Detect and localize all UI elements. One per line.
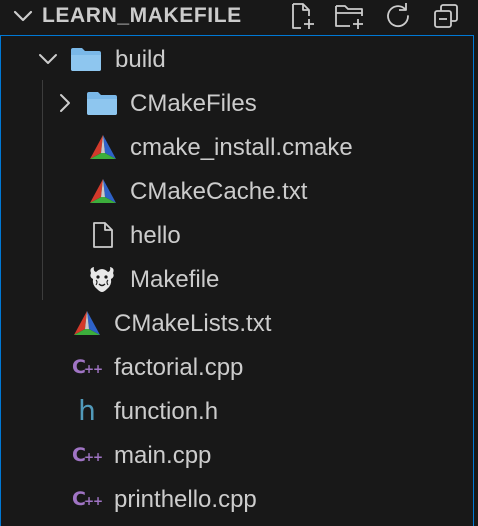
tree-item-main-cpp[interactable]: C++ main.cpp [0, 433, 474, 477]
new-file-icon[interactable] [287, 1, 317, 31]
tree-item-label: CMakeFiles [130, 90, 257, 117]
tree-item-label: function.h [114, 398, 219, 425]
folder-icon [70, 45, 101, 73]
gnu-icon [87, 265, 117, 293]
cmake-icon [88, 133, 118, 161]
cmake-icon [88, 177, 118, 205]
chevron-down-icon[interactable] [37, 48, 59, 70]
tree-item-cmake-install[interactable]: cmake_install.cmake [0, 125, 474, 169]
tree-item-label: hello [130, 222, 181, 249]
tree-item-printhello-cpp[interactable]: C++ printhello.cpp [0, 477, 474, 521]
tree-item-cmakecache[interactable]: CMakeCache.txt [0, 169, 474, 213]
new-folder-icon[interactable] [334, 1, 364, 31]
cpp-icon: C++ [72, 356, 103, 378]
tree-item-label: main.cpp [114, 442, 212, 469]
tree-item-label: cmake_install.cmake [130, 134, 353, 161]
tree-item-label: build [115, 46, 166, 73]
h-icon: h [78, 394, 96, 427]
tree-item-factorial-cpp[interactable]: C++ factorial.cpp [0, 345, 474, 389]
tree-item-function-h[interactable]: h function.h [0, 389, 474, 433]
tree-item-cmakelists[interactable]: CMakeLists.txt [0, 301, 474, 345]
tree-item-build[interactable]: build [0, 37, 474, 81]
explorer-header[interactable]: LEARN_MAKEFILE [0, 0, 478, 34]
file-icon [88, 221, 118, 249]
cmake-icon [72, 309, 102, 337]
chevron-down-icon[interactable] [12, 5, 34, 27]
chevron-right-icon[interactable] [54, 92, 76, 114]
tree-item-label: factorial.cpp [114, 354, 244, 381]
tree-item-label: printhello.cpp [114, 486, 257, 513]
tree-item-cmakefiles[interactable]: CMakeFiles [0, 81, 474, 125]
explorer-title: LEARN_MAKEFILE [42, 4, 242, 27]
explorer-panel: LEARN_MAKEFILE build CMakeFiles cmake_in… [0, 0, 478, 526]
cpp-icon: C++ [72, 444, 103, 466]
cpp-icon: C++ [72, 488, 103, 510]
folder-icon [86, 89, 117, 117]
tree-item-hello[interactable]: hello [0, 213, 474, 257]
tree-item-label: CMakeLists.txt [114, 310, 272, 337]
collapse-all-icon[interactable] [431, 1, 461, 31]
tree-item-label: CMakeCache.txt [130, 178, 308, 205]
refresh-icon[interactable] [383, 1, 413, 31]
tree-item-label: Makefile [130, 266, 220, 293]
tree-item-makefile[interactable]: Makefile [0, 257, 474, 301]
